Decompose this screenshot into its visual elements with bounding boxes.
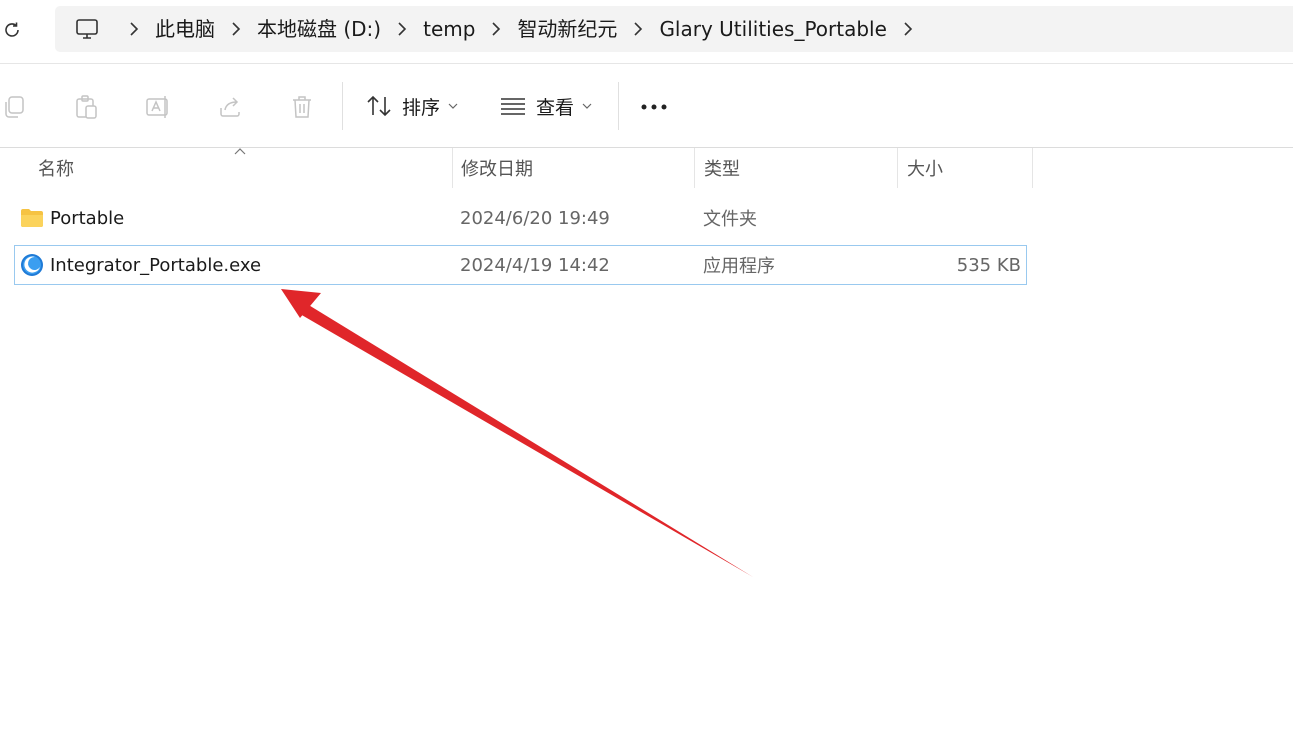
toolbar-divider bbox=[342, 82, 343, 130]
copy-button[interactable] bbox=[0, 93, 28, 121]
folder-icon bbox=[20, 206, 44, 230]
column-header-date-label: 修改日期 bbox=[461, 159, 533, 180]
column-header-size[interactable]: 大小 bbox=[907, 148, 1027, 188]
sort-label: 排序 bbox=[402, 96, 441, 119]
delete-button[interactable] bbox=[288, 93, 316, 121]
file-row-selected[interactable]: Integrator_Portable.exe 2024/4/19 14:42 … bbox=[14, 245, 1027, 285]
file-type: 应用程序 bbox=[703, 256, 775, 277]
trash-icon bbox=[293, 96, 311, 118]
file-name-cell: Integrator_Portable.exe bbox=[20, 245, 261, 285]
breadcrumb-chevron[interactable] bbox=[901, 6, 915, 52]
column-header-type[interactable]: 类型 bbox=[704, 148, 894, 188]
file-date: 2024/4/19 14:42 bbox=[460, 254, 610, 276]
share-button[interactable] bbox=[216, 93, 244, 121]
breadcrumb-chevron[interactable] bbox=[229, 6, 243, 52]
column-header-name-label: 名称 bbox=[38, 159, 74, 180]
more-icon bbox=[641, 104, 667, 110]
sort-icon bbox=[367, 95, 391, 117]
refresh-icon bbox=[5, 22, 19, 37]
rename-icon bbox=[146, 96, 168, 118]
sort-button[interactable]: 排序 bbox=[366, 88, 458, 124]
breadcrumb-chevron[interactable] bbox=[489, 6, 503, 52]
breadcrumb-item-current[interactable]: Glary Utilities_Portable bbox=[657, 6, 888, 52]
chevron-down-icon bbox=[582, 103, 592, 109]
file-name-cell: Portable bbox=[20, 198, 124, 238]
chevron-right-icon bbox=[634, 22, 643, 36]
breadcrumb-chevron[interactable] bbox=[631, 6, 645, 52]
file-name: Integrator_Portable.exe bbox=[50, 254, 262, 276]
this-pc-button[interactable] bbox=[75, 17, 99, 41]
breadcrumb-item-temp[interactable]: temp bbox=[421, 6, 477, 52]
copy-icon bbox=[5, 96, 24, 118]
view-button[interactable]: 查看 bbox=[500, 88, 592, 124]
chevron-right-icon bbox=[398, 22, 407, 36]
column-header-name[interactable]: 名称 bbox=[38, 148, 450, 188]
breadcrumb-chevron[interactable] bbox=[395, 6, 409, 52]
share-icon bbox=[220, 97, 240, 117]
column-divider[interactable] bbox=[1032, 148, 1033, 188]
file-date: 2024/6/20 19:49 bbox=[460, 207, 610, 229]
toolbar-divider bbox=[618, 82, 619, 130]
command-bar: 排序 查看 bbox=[0, 64, 1293, 148]
breadcrumb-item-drive-d[interactable]: 本地磁盘 (D:) bbox=[255, 6, 383, 52]
column-divider[interactable] bbox=[897, 148, 898, 188]
refresh-button[interactable] bbox=[0, 16, 24, 44]
column-header-date[interactable]: 修改日期 bbox=[461, 148, 691, 188]
breadcrumb-item-this-pc[interactable]: 此电脑 bbox=[153, 6, 217, 52]
file-size bbox=[911, 198, 1021, 238]
column-header-type-label: 类型 bbox=[704, 159, 740, 180]
breadcrumb-chevron[interactable] bbox=[127, 6, 141, 52]
file-type: 文件夹 bbox=[703, 209, 757, 230]
column-header-size-label: 大小 bbox=[907, 159, 943, 180]
chevron-right-icon bbox=[130, 22, 139, 36]
chevron-right-icon bbox=[904, 22, 913, 36]
view-label: 查看 bbox=[536, 96, 575, 119]
paste-button[interactable] bbox=[72, 93, 100, 121]
file-row[interactable]: Portable 2024/6/20 19:49 文件夹 bbox=[14, 198, 1027, 238]
list-view-icon bbox=[501, 98, 525, 115]
chevron-right-icon bbox=[492, 22, 501, 36]
chevron-right-icon bbox=[232, 22, 241, 36]
breadcrumb-item-folder[interactable]: 智动新纪元 bbox=[515, 6, 619, 52]
file-size: 535 KB bbox=[956, 254, 1021, 276]
chevron-down-icon bbox=[448, 103, 458, 109]
column-divider[interactable] bbox=[452, 148, 453, 188]
address-bar[interactable]: 此电脑 本地磁盘 (D:) temp 智动新纪元 Glary Utilities… bbox=[55, 6, 1293, 52]
file-name: Portable bbox=[50, 207, 125, 229]
column-divider[interactable] bbox=[694, 148, 695, 188]
address-bar-region: 此电脑 本地磁盘 (D:) temp 智动新纪元 Glary Utilities… bbox=[0, 0, 1293, 64]
paste-icon bbox=[76, 95, 97, 119]
monitor-icon bbox=[76, 19, 98, 39]
rename-button[interactable] bbox=[144, 93, 172, 121]
more-options-button[interactable] bbox=[640, 93, 668, 121]
app-icon bbox=[20, 253, 44, 277]
